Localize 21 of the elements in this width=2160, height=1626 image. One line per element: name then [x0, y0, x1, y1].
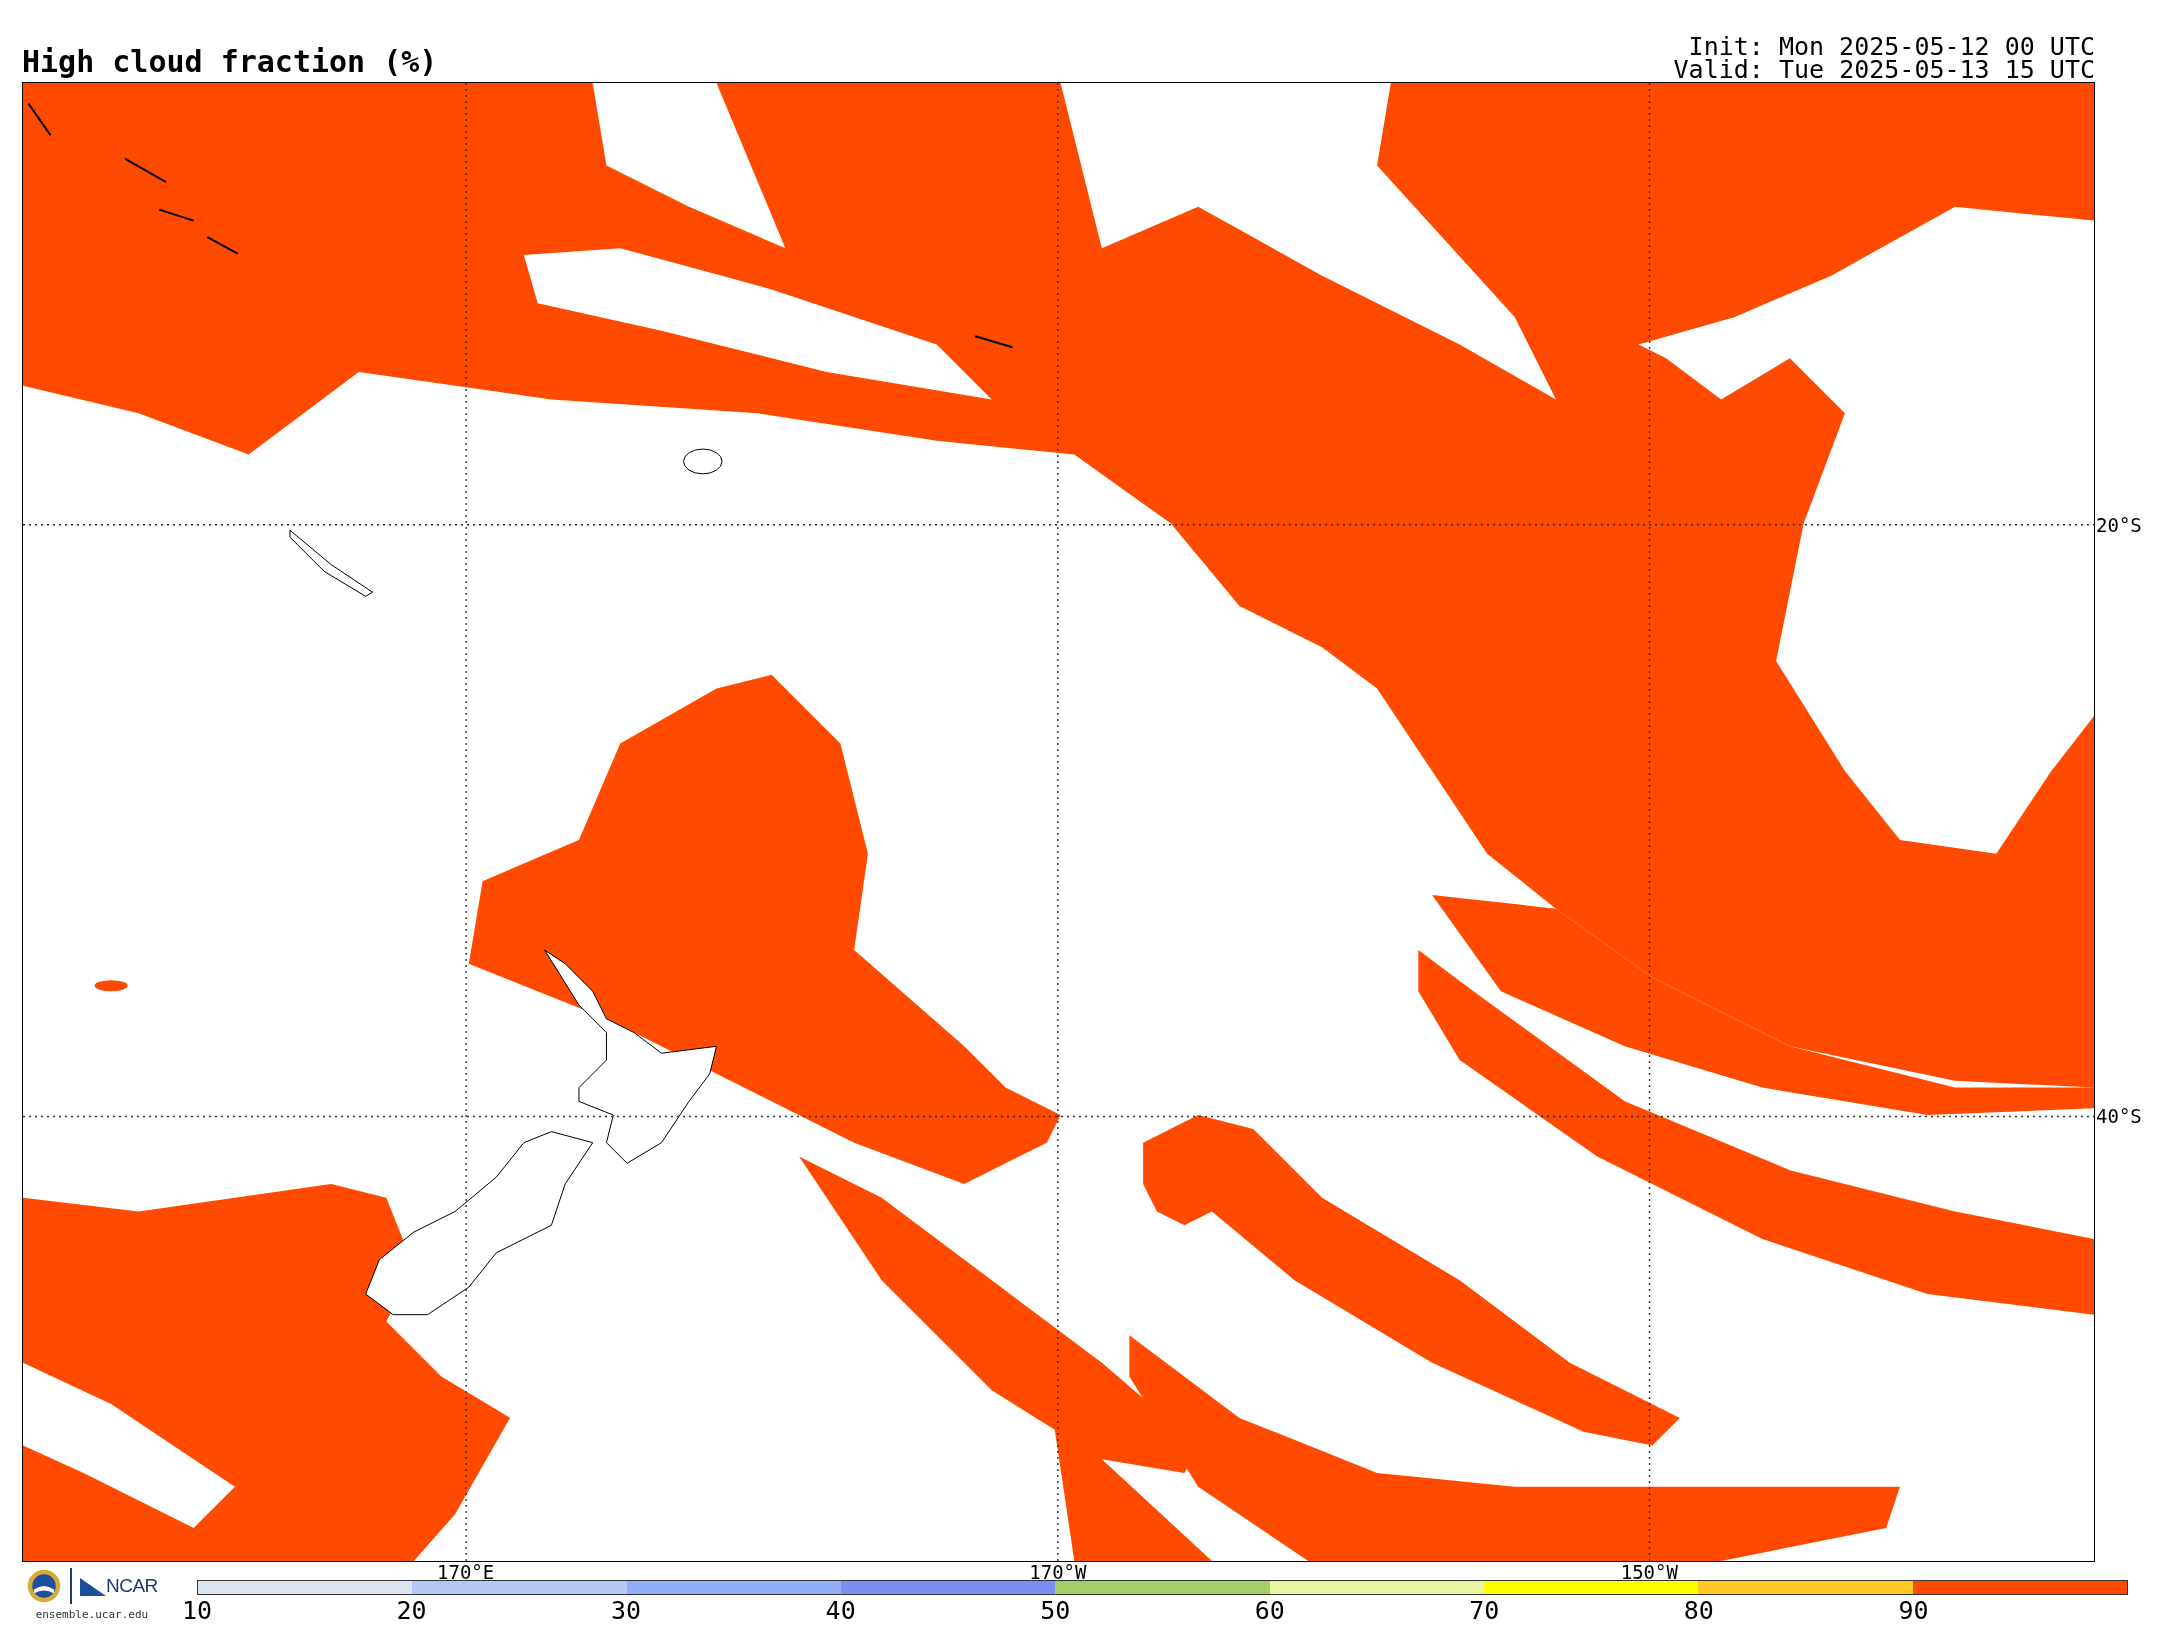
- valid-time: Valid: Tue 2025-05-13 15 UTC: [1673, 58, 2095, 81]
- latitude-label: 20°S: [2095, 513, 2142, 536]
- seal-logo-icon: [26, 1568, 62, 1604]
- colorbar-tick-label: 30: [611, 1597, 642, 1625]
- colorbar-tick-label: 50: [1040, 1597, 1071, 1625]
- colorbar-tick-label: 70: [1469, 1597, 1500, 1625]
- ncar-logo-icon: [80, 1576, 106, 1596]
- init-time: Init: Mon 2025-05-12 00 UTC: [1688, 35, 2095, 58]
- colorbar-tick-label: 60: [1254, 1597, 1285, 1625]
- website-url: ensemble.ucar.edu: [35, 1608, 149, 1621]
- colorbar-tick-label: 10: [181, 1597, 213, 1625]
- latitude-label: 40°S: [2095, 1105, 2142, 1128]
- longitude-label: 150°W: [1620, 1562, 1678, 1582]
- longitude-label: 170°W: [1029, 1562, 1087, 1582]
- chart-title: High cloud fraction (%): [22, 47, 438, 81]
- colorbar-tick-label: 90: [1898, 1597, 1929, 1625]
- colorbar-tick-label: 80: [1683, 1597, 1714, 1625]
- colorbar-tick-label: 40: [825, 1597, 856, 1625]
- colorbar-tick-label: 20: [396, 1597, 427, 1625]
- logo-text: NCAR: [106, 1575, 158, 1597]
- longitude-label: 170°E: [437, 1562, 495, 1582]
